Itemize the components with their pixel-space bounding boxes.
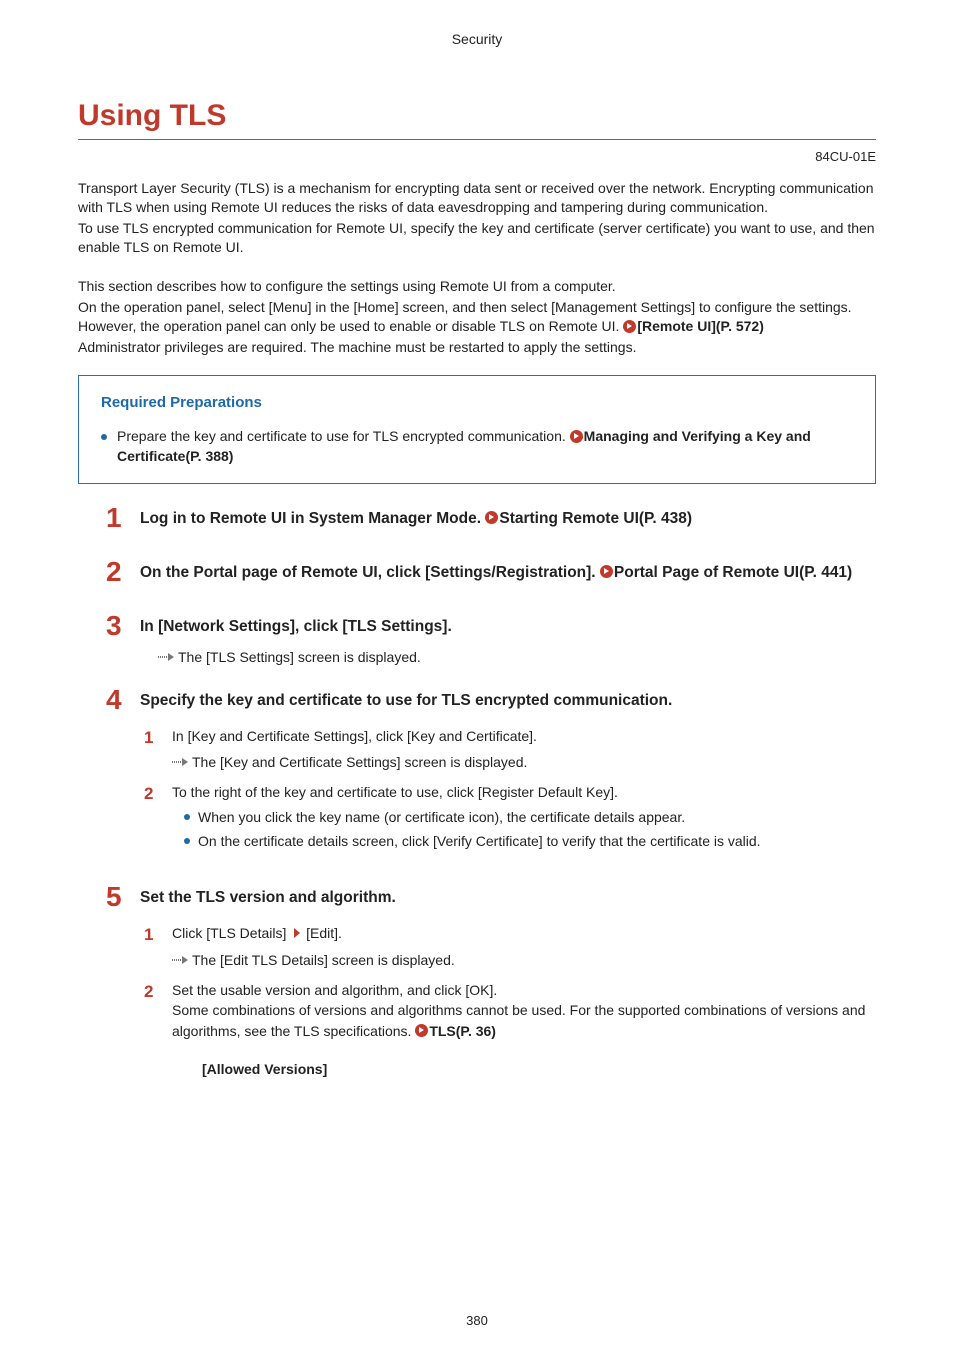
sub-step-5-1: 1 Click [TLS Details] [Edit]. The [Edit …	[144, 923, 876, 970]
step-2: 2 On the Portal page of Remote UI, click…	[106, 558, 876, 594]
sub-steps: 1 Click [TLS Details] [Edit]. The [Edit …	[144, 923, 876, 1079]
xref-remote-ui[interactable]: [Remote UI](P. 572)	[637, 318, 764, 334]
play-icon	[570, 430, 583, 443]
intro-block: Transport Layer Security (TLS) is a mech…	[78, 179, 876, 357]
list-item: When you click the key name (or certific…	[184, 807, 876, 827]
sub-step-text: To the right of the key and certificate …	[172, 782, 876, 802]
document-code: 84CU-01E	[78, 148, 876, 166]
sub-step-text: In [Key and Certificate Settings], click…	[172, 726, 876, 746]
sub-step-text-a: Set the usable version and algorithm, an…	[172, 980, 876, 1000]
sub-step-5-2: 2 Set the usable version and algorithm, …	[144, 980, 876, 1079]
bullet-icon	[101, 434, 107, 440]
arrow-icon	[172, 956, 188, 964]
step-number: 2	[106, 558, 128, 594]
bullet-list: When you click the key name (or certific…	[184, 807, 876, 852]
sub-step-number: 1	[144, 726, 158, 773]
step-4: 4 Specify the key and certificate to use…	[106, 686, 876, 865]
bullet-icon	[184, 814, 190, 820]
result-line: The [Key and Certificate Settings] scree…	[172, 752, 876, 772]
step-number: 1	[106, 504, 128, 540]
step-1: 1 Log in to Remote UI in System Manager …	[106, 504, 876, 540]
click-path-a: Click [TLS Details]	[172, 925, 286, 941]
step-heading: On the Portal page of Remote UI, click […	[140, 562, 876, 584]
step-heading: Specify the key and certificate to use f…	[140, 690, 876, 712]
list-item: On the certificate details screen, click…	[184, 831, 876, 851]
field-label-allowed-versions: [Allowed Versions]	[202, 1059, 876, 1079]
prep-title: Required Preparations	[101, 392, 853, 413]
required-preparations-box: Required Preparations Prepare the key an…	[78, 375, 876, 484]
sub-step-number: 2	[144, 782, 158, 855]
steps-list: 1 Log in to Remote UI in System Manager …	[78, 504, 876, 1089]
step-number: 3	[106, 612, 128, 668]
bullet-icon	[184, 838, 190, 844]
prep-item: Prepare the key and certificate to use f…	[101, 427, 853, 467]
cont-text: Some combinations of versions and algori…	[172, 1002, 865, 1038]
bullet-text: When you click the key name (or certific…	[198, 807, 685, 827]
bullet-text: On the certificate details screen, click…	[198, 831, 761, 851]
step-5: 5 Set the TLS version and algorithm. 1 C…	[106, 883, 876, 1089]
result-text: The [TLS Settings] screen is displayed.	[178, 649, 421, 665]
step-number: 5	[106, 883, 128, 1089]
sub-steps: 1 In [Key and Certificate Settings], cli…	[144, 726, 876, 855]
intro-p3b: On the operation panel, select [Menu] in…	[78, 298, 876, 336]
step-heading: Log in to Remote UI in System Manager Mo…	[140, 508, 876, 530]
xref-portal-page[interactable]: Portal Page of Remote UI(P. 441)	[614, 564, 852, 581]
play-icon	[623, 320, 636, 333]
sub-step-4-2: 2 To the right of the key and certificat…	[144, 782, 876, 855]
sub-step-number: 1	[144, 923, 158, 970]
result-text: The [Edit TLS Details] screen is display…	[192, 952, 455, 968]
step-number: 4	[106, 686, 128, 865]
sub-step-text-b: Some combinations of versions and algori…	[172, 1000, 876, 1041]
click-path-b: [Edit].	[306, 925, 342, 941]
intro-p3a: This section describes how to configure …	[78, 277, 876, 296]
intro-p2: To use TLS encrypted communication for R…	[78, 219, 876, 257]
result-text: The [Key and Certificate Settings] scree…	[192, 754, 527, 770]
play-icon	[415, 1024, 428, 1037]
arrow-icon	[158, 653, 174, 661]
section-header: Security	[78, 30, 876, 50]
sub-step-number: 2	[144, 980, 158, 1079]
step-3: 3 In [Network Settings], click [TLS Sett…	[106, 612, 876, 668]
prep-item-text: Prepare the key and certificate to use f…	[117, 428, 570, 444]
xref-tls-spec[interactable]: TLS(P. 36)	[429, 1023, 496, 1039]
intro-p4: Administrator privileges are required. T…	[78, 338, 876, 357]
arrow-icon	[172, 758, 188, 766]
play-icon	[600, 565, 613, 578]
result-line: The [TLS Settings] screen is displayed.	[158, 648, 876, 668]
page-number: 380	[0, 1312, 954, 1330]
step-heading-text: On the Portal page of Remote UI, click […	[140, 564, 600, 581]
result-line: The [Edit TLS Details] screen is display…	[172, 950, 876, 970]
step-heading: Set the TLS version and algorithm.	[140, 887, 876, 909]
chevron-right-icon	[294, 928, 300, 938]
page-title: Using TLS	[78, 95, 876, 141]
sub-step-4-1: 1 In [Key and Certificate Settings], cli…	[144, 726, 876, 773]
xref-starting-remote-ui[interactable]: Starting Remote UI(P. 438)	[499, 510, 692, 527]
play-icon	[485, 511, 498, 524]
intro-p1: Transport Layer Security (TLS) is a mech…	[78, 179, 876, 217]
step-heading-text: Log in to Remote UI in System Manager Mo…	[140, 510, 485, 527]
sub-step-text: Click [TLS Details] [Edit].	[172, 923, 876, 943]
step-heading: In [Network Settings], click [TLS Settin…	[140, 616, 876, 638]
